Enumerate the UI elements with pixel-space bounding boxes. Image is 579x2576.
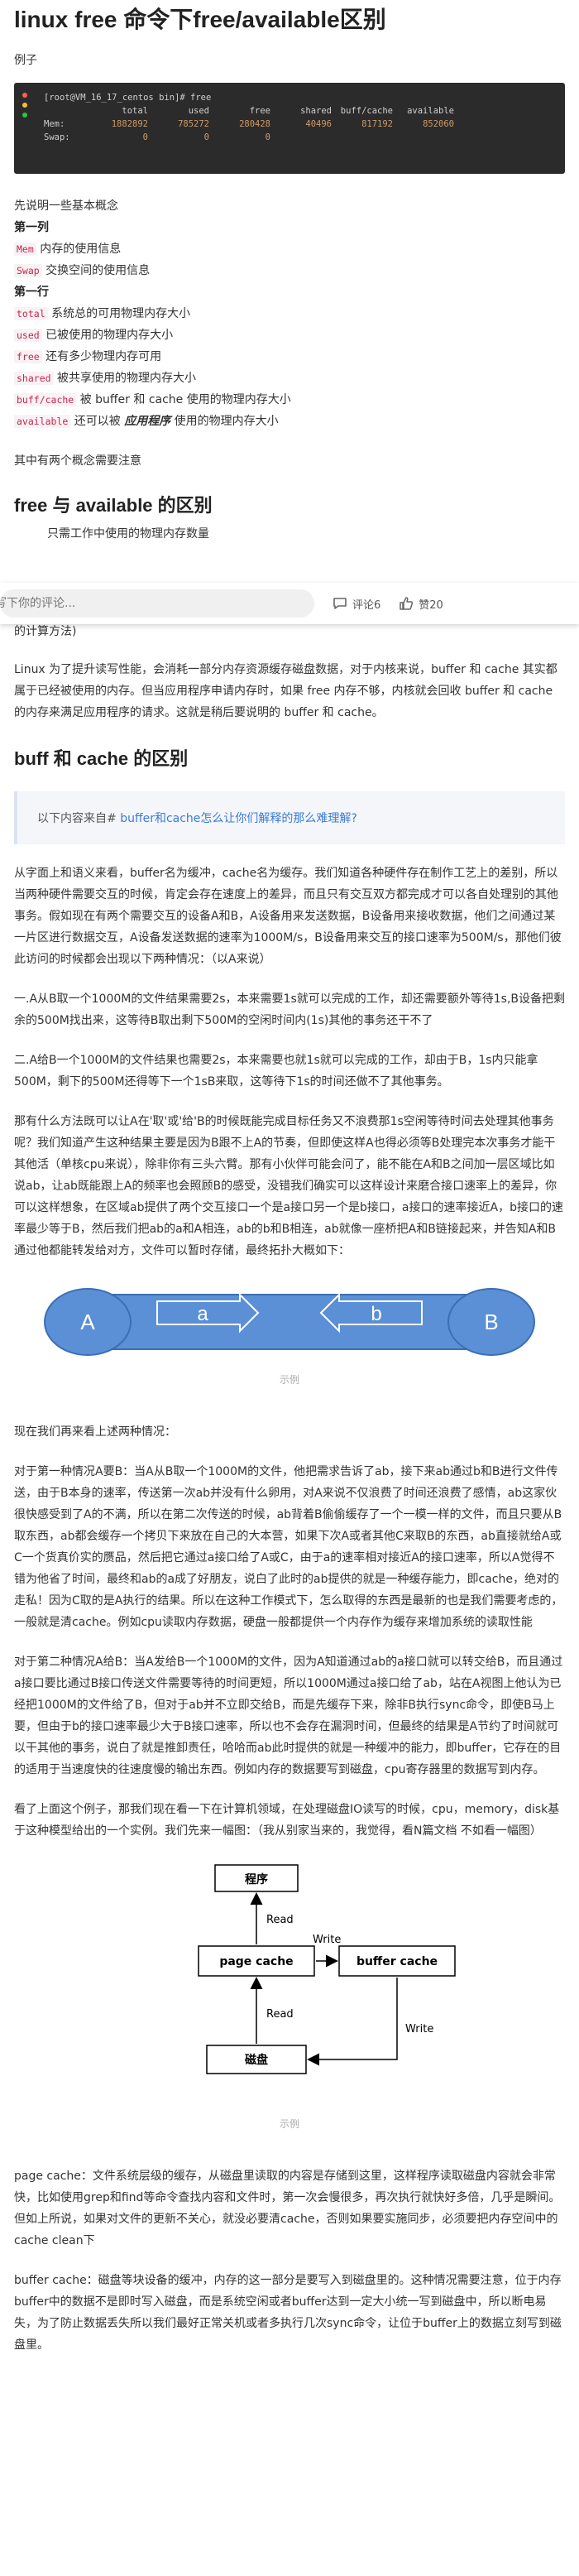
concept-swap: Swap 交换空间的使用信息 <box>14 260 565 281</box>
terminal-prompt-row: [root@VM_16_17_centos bin]# free <box>44 91 454 104</box>
concept-mem: Mem 内存的使用信息 <box>14 238 565 260</box>
article: linux free 命令下free/available区别 例子 [root@… <box>0 3 579 540</box>
like-button[interactable]: 赞20 <box>399 596 443 612</box>
section2-p6: 对于第一种情况A要B：当A从B取一个1000M的文件，他把需求告诉了ab，接下来… <box>14 1465 563 1629</box>
label-disk: 磁盘 <box>245 2053 268 2067</box>
label-page-cache: page cache <box>219 1955 293 1968</box>
label-B: B <box>484 1310 498 1334</box>
green-dot-icon <box>22 113 27 118</box>
comment-button[interactable]: 评论6 <box>333 596 380 612</box>
concepts-section: 先说明一些基本概念 第一列 Mem 内存的使用信息 Swap 交换空间的使用信息… <box>14 195 565 472</box>
terminal-header-row: total used free shared buff/cache availa… <box>122 106 454 116</box>
section2-p5: 现在我们再来看上述两种情况： <box>14 1425 176 1439</box>
thumbs-up-icon <box>400 597 414 610</box>
label-read-bottom: Read <box>266 2008 294 2021</box>
concept-used: used 已被使用的物理内存大小 <box>14 324 565 346</box>
concept-free: free 还有多少物理内存可用 <box>14 346 565 368</box>
concept-total: total 系统总的可用物理内存大小 <box>14 303 565 324</box>
diagram-cache-flow: 程序 page cache buffer cache 磁盘 Read Write… <box>198 1864 456 2074</box>
section1-paragraph: Linux 为了提升读写性能，会消耗一部分内存资源缓存磁盘数据，对于内核来说，b… <box>14 663 557 719</box>
comment-input[interactable] <box>0 589 314 618</box>
terminal-prompt: [root@VM_16_17_centos bin]# free <box>44 93 212 103</box>
diagram2-caption: 示例 <box>279 2118 299 2130</box>
arrow-write-right <box>307 1978 398 2066</box>
diagram-a-ab-b: A a b B <box>44 1288 535 1356</box>
terminal-code-block: [root@VM_16_17_centos bin]# free total u… <box>14 83 565 174</box>
yellow-dot-icon <box>22 103 27 108</box>
comment-icon <box>333 598 347 609</box>
section2-p2: 一.A从B取一个1000M的文件结果需要2s，本来需要1s就可以完成的工作，却还… <box>14 992 565 1027</box>
col1-title: 第一列 <box>14 221 49 234</box>
red-dot-icon <box>22 93 27 98</box>
concepts-intro: 先说明一些基本概念 <box>14 199 118 213</box>
concept-available: available 还可以被 应用程序 使用的物理内存大小 <box>14 411 565 432</box>
section2-title: buff 和 cache 的区别 <box>14 748 189 769</box>
quote-block: 以下内容来自# buffer和cache怎么让你们解释的那么难理解? <box>14 791 565 844</box>
terminal-swap-row: Swap: 0 0 0 <box>44 132 270 142</box>
label-A: A <box>80 1310 95 1334</box>
section2-p7: 对于第二种情况A给B：当A发给B一个1000M的文件，因为A知道通过ab的a接口… <box>14 1656 563 1776</box>
section2-p10: buffer cache：磁盘等块设备的缓冲，内存的这一部分是要写入到磁盘里的。… <box>14 2274 562 2352</box>
line-markers <box>22 93 27 123</box>
two-concepts-note: 其中有两个概念需要注意 <box>14 454 141 468</box>
section1-title: free 与 available 的区别 <box>14 495 213 516</box>
comment-bar: 评论6 赞20 <box>0 583 579 624</box>
terminal-lines: [root@VM_16_17_centos bin]# free total u… <box>44 91 454 144</box>
section2-p8: 看了上面这个例子，那我们现在看一下在计算机领域，在处理磁盘IO读写的时候，cpu… <box>14 1803 560 1838</box>
diagram1-caption: 示例 <box>279 1374 299 1386</box>
label-write-mid: Write <box>313 1934 341 1946</box>
label-buffer-cache: buffer cache <box>356 1955 438 1968</box>
concept-buff-cache: buff/cache 被 buffer 和 cache 使用的物理内存大小 <box>14 389 565 411</box>
label-program: 程序 <box>245 1872 268 1886</box>
label-read-top: Read <box>266 1914 294 1926</box>
section2-p1: 从字面上和语义来看，buffer名为缓冲，cache名为缓存。我们知道各种硬件存… <box>14 867 562 966</box>
quote-link[interactable]: buffer和cache怎么让你们解释的那么难理解? <box>120 812 357 825</box>
page-title: linux free 命令下free/available区别 <box>14 7 386 32</box>
label-b: b <box>371 1303 381 1325</box>
concept-shared: shared 被共享使用的物理内存大小 <box>14 368 565 389</box>
label-write-right: Write <box>405 2023 433 2035</box>
article-continued: 的计算方法) Linux 为了提升读写性能，会消耗一部分内存资源缓存磁盘数据，对… <box>0 625 579 2356</box>
section2-p9: page cache：文件系统层级的缓存，从磁盘里读取的内容是存储到这里，这样程… <box>14 2170 561 2247</box>
section2-p3: 二.A给B一个1000M的文件结果也需要2s，本来需要也就1s就可以完成的工作，… <box>14 1054 538 1089</box>
terminal-mem-row: Mem: 1882892 785272 280428 40496 817192 … <box>44 119 454 129</box>
section1-cut-line: 的计算方法) <box>14 625 77 638</box>
row1-title: 第一行 <box>14 286 49 299</box>
subtitle: 例子 <box>14 54 37 67</box>
section1-bullet: 只需工作中使用的物理内存数量 <box>47 527 209 540</box>
label-a: a <box>197 1303 208 1325</box>
section2-p4: 那有什么方法既可以让A在'取'或'给'B的时候既能完成目标任务又不浪费那1s空闲… <box>14 1115 563 1257</box>
